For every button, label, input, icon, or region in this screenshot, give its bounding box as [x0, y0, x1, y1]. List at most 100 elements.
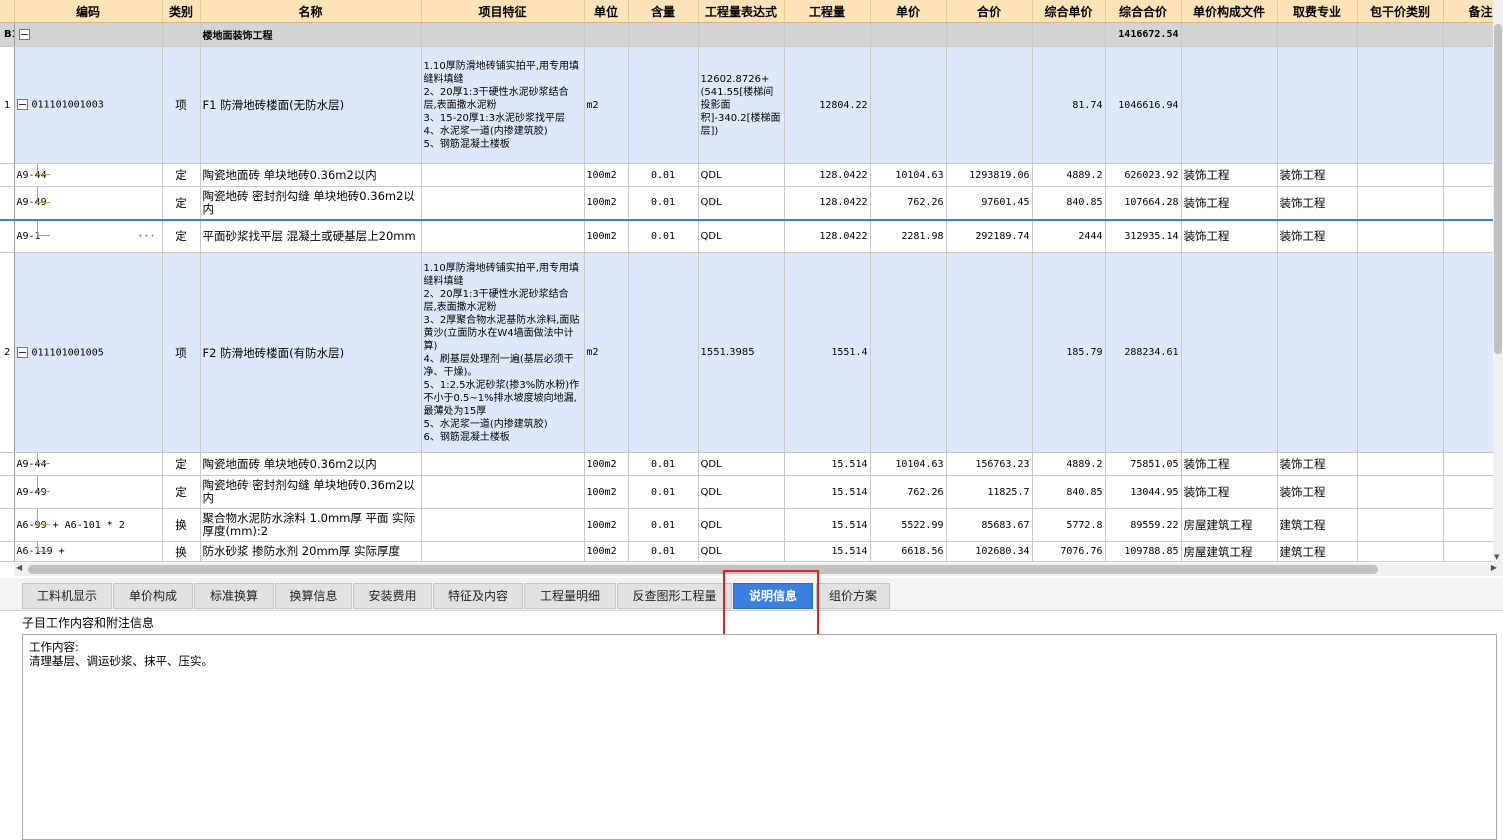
rownum-header[interactable]	[0, 0, 15, 23]
comp-total-cell[interactable]: 288234.61	[1105, 252, 1182, 453]
content-cell[interactable]	[628, 252, 699, 453]
code-cell[interactable]: ··· A9-1	[14, 218, 163, 253]
expr-cell[interactable]: QDL	[698, 541, 785, 562]
section-toggle-cell[interactable]	[14, 22, 163, 47]
name-cell[interactable]: 防水砂浆 掺防水剂 20mm厚 实际厚度	[200, 541, 422, 562]
vertical-scrollbar[interactable]: ▼	[1493, 0, 1503, 563]
quota-row[interactable]: A6-99 + A6-101 * 2 换聚合物水泥防水涂料 1.0mm厚 平面 实…	[0, 508, 1493, 542]
name-cell[interactable]: F1 防滑地砖楼面(无防水层)	[200, 46, 422, 164]
price-cell[interactable]: 10104.63	[870, 163, 947, 187]
comp-total-cell[interactable]: 1046616.94	[1105, 46, 1182, 164]
section-row[interactable]: B1 楼地面装饰工程 1416672.54	[0, 22, 1493, 47]
comp-total-cell[interactable]: 109788.85	[1105, 541, 1182, 562]
collapse-icon[interactable]	[16, 99, 28, 111]
code-cell[interactable]: A9-49	[14, 186, 163, 220]
spec-cell[interactable]: 建筑工程	[1277, 508, 1358, 542]
comp-price-cell[interactable]: 2444	[1032, 218, 1106, 253]
pkg-cell[interactable]	[1357, 186, 1444, 220]
comp-total-cell[interactable]: 626023.92	[1105, 163, 1182, 187]
unit-header[interactable]: 单位	[584, 0, 629, 23]
unit-cell[interactable]: 100m2	[584, 541, 629, 562]
file-cell[interactable]: 装饰工程	[1181, 452, 1278, 476]
content-cell[interactable]: 0.01	[628, 163, 699, 187]
unit-cell[interactable]: m2	[584, 252, 629, 453]
pkg-cell[interactable]	[1357, 541, 1444, 562]
code-cell[interactable]: A6-99 + A6-101 * 2	[14, 508, 163, 542]
code-cell[interactable]: 011101001005	[14, 252, 163, 453]
feature-cell[interactable]	[421, 475, 585, 509]
description-panel[interactable]: 工作内容: 清理基层、调运砂浆、抹平、压实。	[22, 634, 1497, 840]
comp-price-header[interactable]: 综合单价	[1032, 0, 1106, 23]
type-cell[interactable]: 定	[162, 452, 201, 476]
type-cell[interactable]: 换	[162, 508, 201, 542]
file-cell[interactable]: 房屋建筑工程	[1181, 508, 1278, 542]
tab-3[interactable]: 换算信息	[275, 583, 352, 609]
type-cell[interactable]: 项	[162, 46, 201, 164]
total-cell[interactable]: 97601.45	[946, 186, 1033, 220]
total-cell[interactable]: 11825.7	[946, 475, 1033, 509]
qty-header[interactable]: 工程量	[784, 0, 871, 23]
unit-cell[interactable]: 100m2	[584, 452, 629, 476]
feature-header[interactable]: 项目特征	[421, 0, 585, 23]
spec-cell[interactable]: 装饰工程	[1277, 218, 1358, 253]
note-cell[interactable]	[1443, 163, 1493, 187]
content-cell[interactable]: 0.01	[628, 218, 699, 253]
feature-cell[interactable]: 1.10厚防滑地砖铺实拍平,用专用填缝料填缝 2、20厚1:3干硬性水泥砂浆结合…	[421, 252, 585, 453]
price-header[interactable]: 单价	[870, 0, 947, 23]
type-cell[interactable]: 定	[162, 218, 201, 253]
qty-cell[interactable]: 128.0422	[784, 218, 871, 253]
code-cell[interactable]: A9-44	[14, 452, 163, 476]
scroll-right-icon[interactable]: ▶	[1491, 563, 1497, 572]
total-cell[interactable]: 156763.23	[946, 452, 1033, 476]
price-cell[interactable]: 2281.98	[870, 218, 947, 253]
file-header[interactable]: 单价构成文件	[1181, 0, 1278, 23]
total-cell[interactable]: 1293819.06	[946, 163, 1033, 187]
price-cell[interactable]: 6618.56	[870, 541, 947, 562]
total-cell[interactable]	[946, 46, 1033, 164]
quota-row[interactable]: A9-44 定陶瓷地面砖 单块地砖0.36m2以内 100m2 0.01 QDL 128.…	[0, 163, 1493, 187]
spec-cell[interactable]: 装饰工程	[1277, 452, 1358, 476]
pkg-cell[interactable]	[1357, 218, 1444, 253]
comp-price-cell[interactable]: 7076.76	[1032, 541, 1106, 562]
comp-total-header[interactable]: 综合合价	[1105, 0, 1182, 23]
quota-row[interactable]: A9-49 定陶瓷地砖 密封剂勾缝 单块地砖0.36m2以内 100m2 0.01 QD…	[0, 475, 1493, 509]
name-cell[interactable]: 陶瓷地面砖 单块地砖0.36m2以内	[200, 452, 422, 476]
tab-6[interactable]: 工程量明细	[524, 583, 616, 609]
spec-cell[interactable]: 装饰工程	[1277, 163, 1358, 187]
unit-cell[interactable]: 100m2	[584, 186, 629, 220]
expr-cell[interactable]: QDL	[698, 186, 785, 220]
comp-total-cell[interactable]: 312935.14	[1105, 218, 1182, 253]
collapse-icon[interactable]	[16, 346, 28, 358]
note-cell[interactable]	[1443, 452, 1493, 476]
name-cell[interactable]: 陶瓷地砖 密封剂勾缝 单块地砖0.36m2以内	[200, 475, 422, 509]
qty-cell[interactable]: 128.0422	[784, 163, 871, 187]
note-cell[interactable]	[1443, 541, 1493, 562]
quota-row[interactable]: ··· A9-1 定平面砂浆找平层 混凝土或硬基层上20mm 100m2 0.01 QDL…	[0, 218, 1493, 253]
type-cell[interactable]: 项	[162, 252, 201, 453]
expr-cell[interactable]: QDL	[698, 475, 785, 509]
row-number[interactable]	[0, 475, 15, 509]
total-cell[interactable]: 85683.67	[946, 508, 1033, 542]
bill-item-row[interactable]: 1 011101001003 项 F1 防滑地砖楼面(无防水层) 1.10厚防滑地砖铺实…	[0, 46, 1493, 164]
comp-price-cell[interactable]: 4889.2	[1032, 163, 1106, 187]
qty-cell[interactable]: 15.514	[784, 475, 871, 509]
comp-total-cell[interactable]: 75851.05	[1105, 452, 1182, 476]
row-number[interactable]	[0, 218, 15, 253]
expr-cell[interactable]: QDL	[698, 452, 785, 476]
content-cell[interactable]: 0.01	[628, 452, 699, 476]
total-cell[interactable]: 102680.34	[946, 541, 1033, 562]
quota-row[interactable]: A9-49 定陶瓷地砖 密封剂勾缝 单块地砖0.36m2以内 100m2 0.01 QD…	[0, 186, 1493, 220]
quota-row[interactable]: A9-44 定陶瓷地面砖 单块地砖0.36m2以内 100m2 0.01 QDL 15.5…	[0, 452, 1493, 476]
row-number[interactable]: 2	[0, 252, 15, 453]
note-cell[interactable]	[1443, 186, 1493, 220]
note-cell[interactable]	[1443, 46, 1493, 164]
price-cell[interactable]: 5522.99	[870, 508, 947, 542]
comp-total-cell[interactable]: 89559.22	[1105, 508, 1182, 542]
row-number[interactable]	[0, 541, 15, 562]
type-cell[interactable]: 定	[162, 163, 201, 187]
tab-0[interactable]: 工料机显示	[22, 583, 112, 609]
feature-cell[interactable]	[421, 218, 585, 253]
spec-cell[interactable]	[1277, 46, 1358, 164]
type-cell[interactable]: 定	[162, 186, 201, 220]
type-cell[interactable]: 定	[162, 475, 201, 509]
